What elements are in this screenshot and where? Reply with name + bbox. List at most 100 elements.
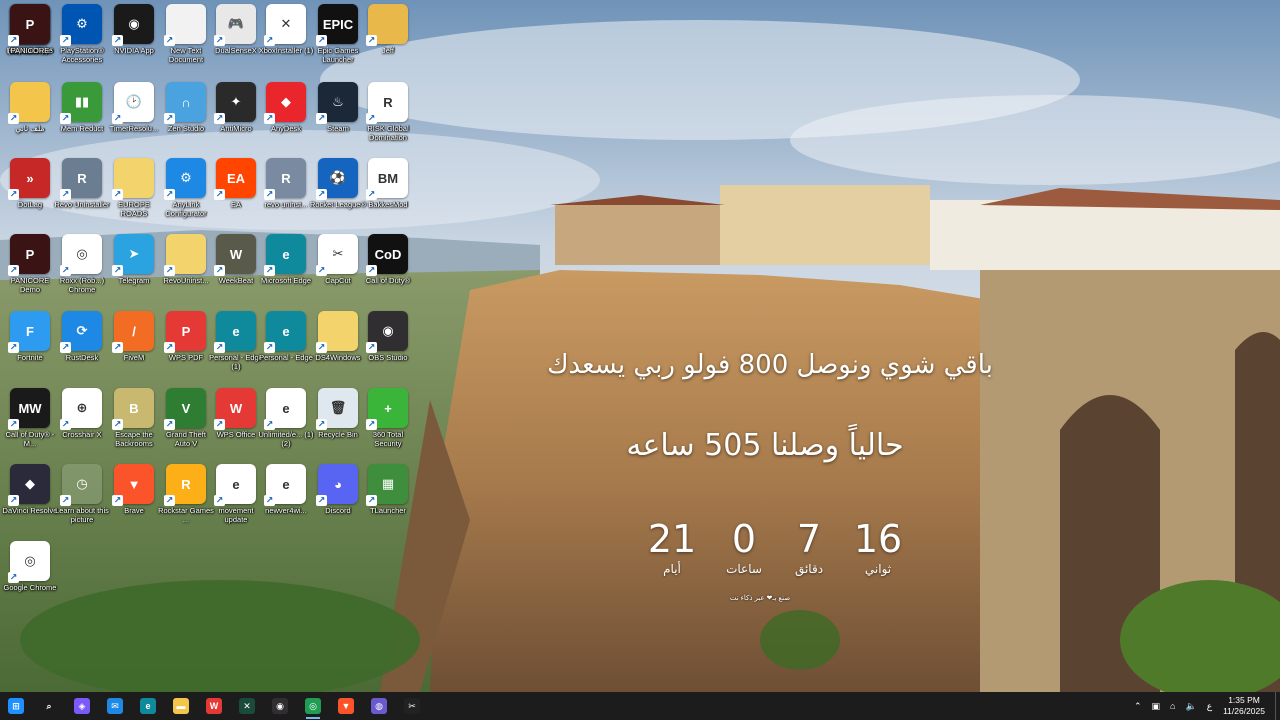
desktop-icon[interactable]: » ↗ DotLag xyxy=(4,158,56,209)
show-desktop-button[interactable] xyxy=(1275,692,1280,720)
desktop-icon[interactable]: ◕ ↗ Discord xyxy=(312,464,364,515)
clock-time: 1:35 PM xyxy=(1228,695,1260,705)
desktop-icon[interactable]: ◆ ↗ AnyDesk xyxy=(260,82,312,133)
obs-button[interactable]: ◉ xyxy=(264,692,296,720)
desktop-icon[interactable]: ◎ ↗ Google Chrome xyxy=(4,541,56,592)
desktop-icon[interactable]: EPIC ↗ Epic Games Launcher xyxy=(312,4,364,64)
desktop-icon[interactable]: ▮▮ ↗ Mem Reduct xyxy=(56,82,108,133)
ie-icon: e ↗ xyxy=(264,388,306,430)
desktop-icon[interactable]: ↗ New Text Document xyxy=(160,4,212,64)
desktop-icon[interactable]: ⚽ ↗ Rocket League® xyxy=(310,158,366,209)
desktop-icon[interactable]: ▦ ↗ TLauncher xyxy=(362,464,414,515)
widget-credit: صنع بـ❤ عبر ذكاء نت xyxy=(729,595,791,602)
desktop-icon[interactable]: ↗ Jeff xyxy=(362,4,414,55)
desktop-icon[interactable]: ✦ ↗ AntiMicro xyxy=(210,82,262,133)
network-icon[interactable]: ⌂ xyxy=(1170,701,1175,711)
desktop-icon[interactable]: + ↗ 360 Total Security xyxy=(362,388,414,448)
desktop-icon-label: PlayStation® Accessories xyxy=(60,46,104,64)
desktop-icon[interactable]: ◉ ↗ NVIDIA App xyxy=(108,4,160,55)
desktop-icon[interactable]: ◷ ↗ Learn about this picture xyxy=(55,464,109,524)
desktop-icon[interactable]: ↗ RevoUninst... xyxy=(160,234,212,285)
desktop-icon[interactable]: 🎮 ↗ DualSenseX xyxy=(210,4,262,55)
desktop-icon[interactable]: e ↗ Unlimited/e... (1) (2) xyxy=(258,388,314,448)
desktop-icon[interactable]: 🗑 ↗ Recycle Bin xyxy=(312,388,364,439)
desktop-icon[interactable]: V ↗ Grand Theft Auto V xyxy=(160,388,212,448)
desktop-icon[interactable]: ▼ ↗ Brave xyxy=(108,464,160,515)
desktop-icon[interactable]: e ↗ Microsoft Edge xyxy=(260,234,312,285)
icon-glyph: ✦ xyxy=(230,94,242,109)
goxlr-button[interactable]: ✕ xyxy=(231,692,263,720)
capcut-icon: ✂ xyxy=(404,698,420,714)
edge-button[interactable]: e xyxy=(132,692,164,720)
chrome-button[interactable]: ◎ xyxy=(297,692,329,720)
desktop-icon[interactable]: e ↗ newver4wi... xyxy=(260,464,312,515)
desktop-icon[interactable]: BM ↗ BakkesMod xyxy=(362,158,414,209)
desktop-icon[interactable]: ◉ ↗ OBS Studio xyxy=(362,311,414,362)
shortcut-arrow-icon: ↗ xyxy=(214,113,225,124)
shortcut-arrow-icon: ↗ xyxy=(60,342,71,353)
desktop-icon-label: Crosshair X xyxy=(62,430,102,439)
desktop-icon[interactable]: ◆ ↗ DaVinci Resolve xyxy=(3,464,57,515)
weekbeat-icon: W ↗ xyxy=(214,234,256,276)
desktop-icon[interactable]: ⊕ ↗ Crosshair X xyxy=(56,388,108,439)
desktop-icon[interactable]: e ↗ Personal - Edge (1) xyxy=(209,311,263,371)
desktop-icon[interactable]: R ↗ RISK Global Domination xyxy=(362,82,414,142)
desktop-icon-label: XboxInstaller (1) xyxy=(258,46,314,55)
mail-button[interactable]: ✉ xyxy=(99,692,131,720)
desktop-icon[interactable]: ➤ ↗ Telegram xyxy=(108,234,160,285)
copilot-button[interactable]: ◈ xyxy=(66,692,98,720)
desktop-icon[interactable]: 🕑 ↗ TimerResolu... xyxy=(108,82,160,133)
input-language[interactable]: ع xyxy=(1207,701,1212,712)
desktop-icon[interactable]: F ↗ Fortnite xyxy=(4,311,56,362)
desktop-icon[interactable]: W ↗ WeekBeat xyxy=(210,234,262,285)
vpn-button[interactable]: ◍ xyxy=(363,692,395,720)
desktop-icon[interactable]: ↗ DS4Windows xyxy=(312,311,364,362)
file-explorer-button[interactable]: ▬ xyxy=(165,692,197,720)
tray-app-icon[interactable]: ▣ xyxy=(1152,701,1161,712)
icon-glyph: ✕ xyxy=(280,16,292,31)
desktop-icon[interactable]: ⚙ ↗ AnyLink Configurator xyxy=(160,158,212,218)
desktop-icon[interactable]: MW ↗ Call of Duty® - M... xyxy=(4,388,56,448)
desktop-icon[interactable]: R ↗ revo uninst... xyxy=(260,158,312,209)
desktop-icon[interactable]: W ↗ WPS Office xyxy=(210,388,262,439)
wps-button[interactable]: W xyxy=(198,692,230,720)
desktop-icon[interactable]: ♨ ↗ Steam xyxy=(312,82,364,133)
search-button[interactable]: ⌕ xyxy=(33,692,65,720)
desktop-icon[interactable]: ↗ EUROPE ROADS xyxy=(108,158,160,218)
system-tray: ⌃ ▣ ⌂ 🔈 ع 1:35 PM 11/26/2025 xyxy=(1129,692,1280,720)
desktop-icon[interactable]: R ↗ Revo Uninstaller xyxy=(54,158,110,209)
desktop-icon[interactable]: ∩ ↗ Zen Studio xyxy=(160,82,212,133)
shortcut-arrow-icon: ↗ xyxy=(366,342,377,353)
ea-icon: EA ↗ xyxy=(214,158,256,200)
desktop-icon[interactable]: ⟳ ↗ RustDesk xyxy=(56,311,108,362)
volume-icon[interactable]: 🔈 xyxy=(1185,701,1196,712)
desktop-icon[interactable]: ⚙ ↗ PlayStation® Accessories xyxy=(56,4,108,64)
desktop-icon[interactable]: P ↗ WPS PDF xyxy=(160,311,212,362)
rockstar-icon: R ↗ xyxy=(164,464,206,506)
desktop-icon[interactable]: / ↗ FiveM xyxy=(108,311,160,362)
desktop-icon-label: DotLag xyxy=(17,200,43,209)
desktop-icon[interactable]: ✕ ↗ XboxInstaller (1) xyxy=(258,4,314,55)
brave-button[interactable]: ▼ xyxy=(330,692,362,720)
icon-glyph: EA xyxy=(226,170,246,186)
desktop-icon[interactable]: EA ↗ EA xyxy=(210,158,262,209)
capcut-button[interactable]: ✂ xyxy=(396,692,428,720)
desktop-icon[interactable]: e ↗ Personal - Edge xyxy=(259,311,313,362)
desktop-icon[interactable]: CoD ↗ Call of Duty® xyxy=(362,234,414,285)
start-button[interactable]: ⊞ xyxy=(0,692,32,720)
taskbar-clock[interactable]: 1:35 PM 11/26/2025 xyxy=(1223,695,1265,717)
desktop-icon[interactable]: B ↗ Escape the Backrooms xyxy=(108,388,160,448)
desktop-icon[interactable]: e ↗ movement update xyxy=(210,464,262,524)
edge-icon: e ↗ xyxy=(264,234,306,276)
desktop-icon[interactable]: R ↗ Rockstar Games ... xyxy=(158,464,214,524)
shortcut-arrow-icon: ↗ xyxy=(112,419,123,430)
desktop-icon[interactable]: ◎ ↗ Roxx (Rob...) Chrome xyxy=(56,234,108,294)
icon-glyph: e xyxy=(282,246,290,262)
desktop-icon[interactable]: P ↗ PANICORE Demo xyxy=(4,234,56,294)
desktop-icon[interactable]: ✂ ↗ CapCut xyxy=(312,234,364,285)
desktop-icon[interactable]: ↗ ملف ثاني xyxy=(4,82,56,133)
desktop-icon-label: EUROPE ROADS xyxy=(118,200,150,218)
desktop-icon[interactable]: P ↗ PANICORE xyxy=(4,4,56,55)
tray-chevron-icon[interactable]: ⌃ xyxy=(1134,701,1142,712)
icon-glyph: ⚙ xyxy=(76,16,88,31)
